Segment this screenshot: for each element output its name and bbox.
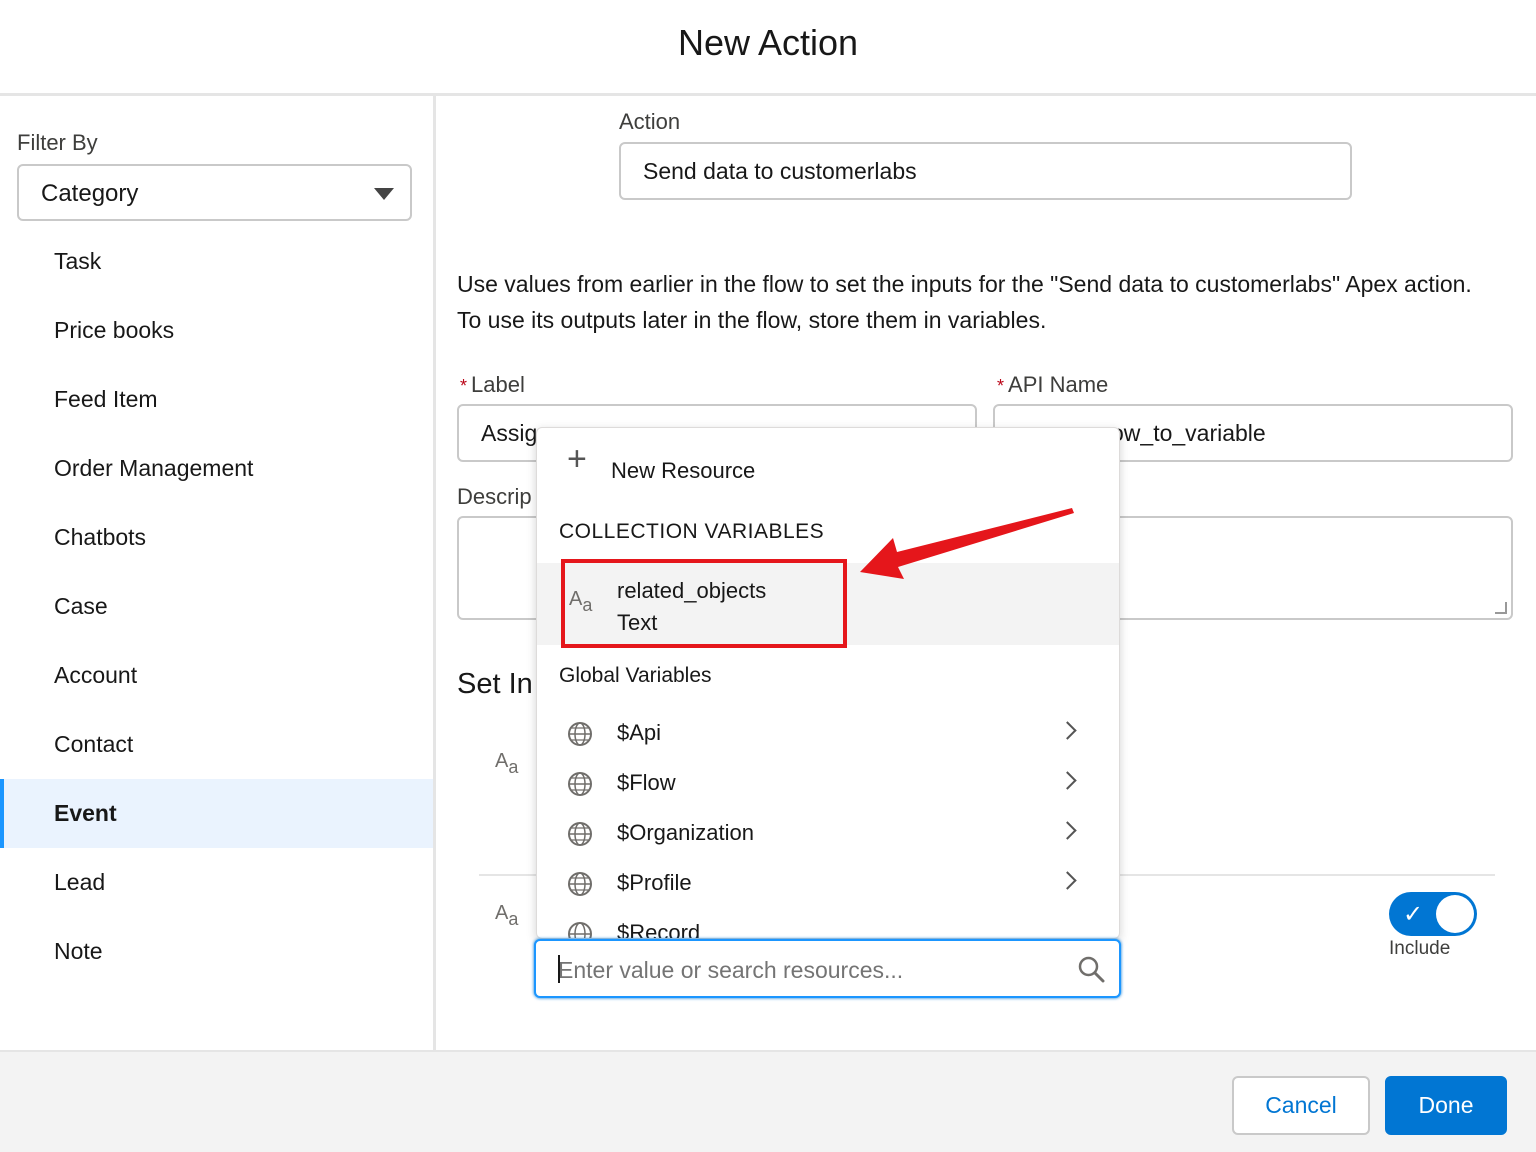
resource-picker-dropdown: + New Resource COLLECTION VARIABLES Aa r… [536,427,1120,939]
globe-icon [568,772,592,796]
plus-icon: + [567,440,587,478]
modal-title: New Action [677,22,859,63]
action-field[interactable]: Send data to customerlabs [619,142,1352,200]
sidebar-item-note[interactable]: Note [0,917,433,986]
label-field-label: * Label [460,372,525,397]
set-input-values-heading: Set In [457,668,533,700]
resize-handle-icon[interactable] [1495,602,1507,614]
globe-icon [568,822,592,846]
globe-icon [568,872,592,896]
global-variable-profile[interactable]: $Profile [537,860,1119,910]
modal-header: New Action [0,0,1536,96]
text-type-icon: Aa [495,902,519,929]
sidebar-item-chatbots[interactable]: Chatbots [0,503,433,572]
toggle-knob [1436,895,1474,933]
filter-by-label: Filter By [17,130,98,155]
search-placeholder: Enter value or search resources... [558,957,904,983]
global-variable-name: $Flow [617,770,676,795]
chevron-right-icon [1058,871,1077,890]
action-label: Action [619,109,681,134]
filter-select-value: Category [41,180,139,207]
global-variable-name: $Organization [617,820,754,845]
global-variable-record[interactable]: $Record [537,910,1119,939]
globe-icon [568,922,592,938]
new-resource-label: New Resource [611,458,756,483]
sidebar-item-lead[interactable]: Lead [0,848,433,917]
globe-icon [568,722,592,746]
cancel-button[interactable]: Cancel [1232,1076,1370,1135]
sidebar-item-task[interactable]: Task [0,227,433,296]
text-type-icon: Aa [495,750,519,777]
include-label: Include [1389,938,1451,959]
api-name-field-label: * API Name [997,372,1109,397]
global-variables-heading: Global Variables [559,664,712,687]
collection-variables-heading: COLLECTION VARIABLES [559,520,825,543]
sidebar-item-account[interactable]: Account [0,641,433,710]
include-toggle[interactable]: ✓ [1389,892,1477,936]
global-variable-organization[interactable]: $Organization [537,810,1119,860]
resource-search-input[interactable]: Enter value or search resources... [534,939,1121,998]
sidebar-item-case[interactable]: Case [0,572,433,641]
required-asterisk: * [460,376,468,396]
search-icon[interactable] [1077,955,1105,983]
chevron-down-icon [374,188,394,200]
description-field-label: Descrip [457,484,532,509]
global-variable-api[interactable]: $Api [537,710,1119,760]
chevron-right-icon [1058,721,1077,740]
sidebar-item-order-management[interactable]: Order Management [0,434,433,503]
category-sidebar: Filter By Category Task Price books Feed… [0,96,436,1050]
checkmark-icon: ✓ [1403,901,1424,928]
global-variable-name: $Profile [617,870,692,895]
text-cursor [558,955,560,983]
sidebar-item-price-books[interactable]: Price books [0,296,433,365]
global-variable-name: $Record [617,920,701,939]
action-field-value: Send data to customerlabs [643,158,917,184]
instructions-text: Use values from earlier in the flow to s… [457,271,1472,333]
api-name-input-value: ow_to_variable [1111,420,1266,446]
modal-footer: Cancel Done [0,1050,1536,1152]
done-button[interactable]: Done [1385,1076,1507,1135]
chevron-right-icon [1058,821,1077,840]
sidebar-item-contact[interactable]: Contact [0,710,433,779]
sidebar-item-feed-item[interactable]: Feed Item [0,365,433,434]
global-variable-flow[interactable]: $Flow [537,760,1119,810]
global-variable-name: $Api [617,720,662,745]
label-input-value: Assig [481,420,538,446]
required-asterisk: * [997,376,1005,396]
highlight-box [561,559,847,648]
chevron-right-icon [1058,771,1077,790]
filter-category-select[interactable]: Category [17,164,412,221]
category-list: Task Price books Feed Item Order Managem… [0,227,433,986]
sidebar-item-event[interactable]: Event [0,779,433,848]
